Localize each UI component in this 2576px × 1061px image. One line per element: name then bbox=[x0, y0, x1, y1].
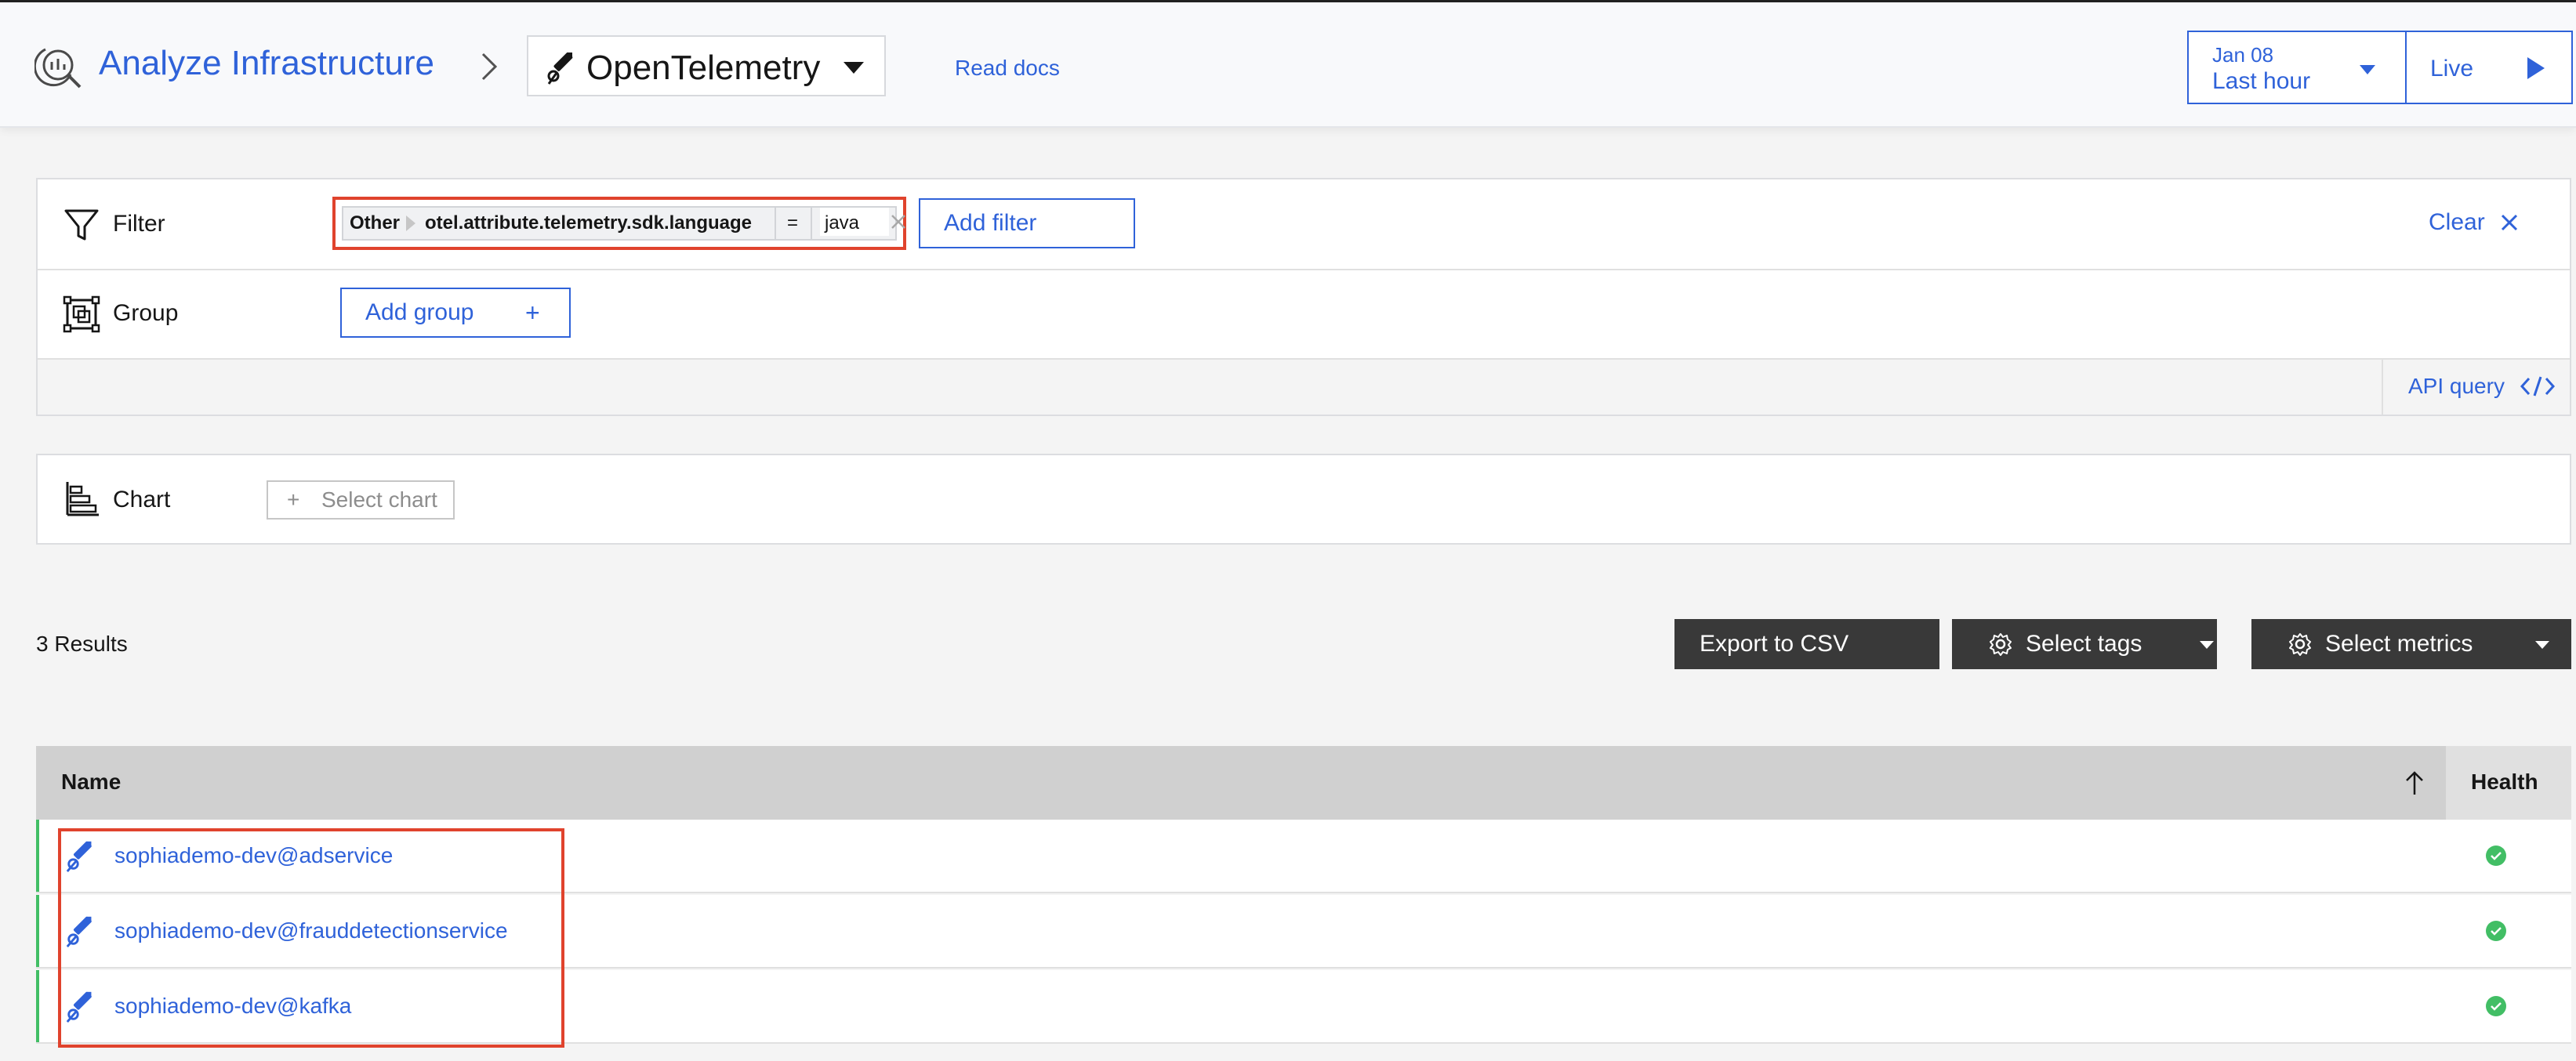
group-row: Group Add group + bbox=[38, 269, 2570, 360]
clear-button[interactable]: Clear bbox=[2429, 209, 2485, 236]
time-range-picker[interactable]: Jan 08 Last hour bbox=[2187, 31, 2407, 104]
live-button[interactable]: Live bbox=[2405, 31, 2573, 104]
add-icon: + bbox=[525, 299, 540, 327]
filter-chip-operator[interactable]: = bbox=[787, 208, 798, 239]
table-header: Name Health bbox=[36, 746, 2571, 820]
row-status-accent bbox=[36, 970, 39, 1042]
select-tags-button[interactable]: Select tags bbox=[1952, 619, 2217, 669]
checkmark-circle-icon bbox=[2486, 996, 2506, 1016]
api-query-row: API query bbox=[38, 360, 2570, 415]
results-count: 3 Results bbox=[36, 632, 128, 656]
entity-link[interactable]: sophiademo-dev@frauddetectionservice bbox=[114, 918, 508, 943]
checkmark-circle-icon bbox=[2486, 846, 2506, 866]
select-tags-label: Select tags bbox=[2026, 631, 2142, 657]
filter-chip-value[interactable]: java bbox=[820, 208, 889, 236]
add-group-label: Add group bbox=[365, 299, 474, 325]
divider bbox=[775, 208, 776, 239]
table-row[interactable]: sophiademo-dev@kafka bbox=[36, 970, 2571, 1044]
api-query-button[interactable]: API query bbox=[2408, 374, 2505, 399]
group-icon bbox=[63, 295, 100, 333]
technology-select[interactable]: OpenTelemetry bbox=[527, 35, 886, 96]
select-chart-label: Select chart bbox=[321, 487, 437, 512]
chevron-down-icon bbox=[2200, 641, 2214, 649]
gear-icon bbox=[2289, 633, 2311, 656]
filter-chip-body: Other otel.attribute.telemetry.sdk.langu… bbox=[342, 206, 905, 241]
divider bbox=[811, 208, 812, 239]
row-status-accent bbox=[36, 895, 39, 967]
table-row[interactable]: sophiademo-dev@frauddetectionservice bbox=[36, 895, 2571, 969]
opentelemetry-telescope-icon bbox=[66, 916, 92, 948]
filter-chip-category: Other bbox=[350, 212, 401, 234]
chevron-down-icon bbox=[2535, 641, 2549, 649]
live-label: Live bbox=[2430, 56, 2474, 81]
code-icon[interactable] bbox=[2520, 374, 2556, 399]
filter-chip[interactable]: Other otel.attribute.telemetry.sdk.langu… bbox=[332, 197, 906, 250]
select-metrics-label: Select metrics bbox=[2325, 631, 2473, 657]
group-label: Group bbox=[113, 300, 179, 326]
add-filter-input[interactable]: Add filter bbox=[919, 198, 1135, 248]
play-icon bbox=[2527, 57, 2545, 79]
column-header-health[interactable]: Health bbox=[2471, 769, 2538, 795]
sort-ascending-icon[interactable] bbox=[2404, 769, 2425, 796]
select-chart-button[interactable]: + Select chart bbox=[267, 480, 455, 520]
technology-select-value: OpenTelemetry bbox=[586, 49, 821, 87]
breadcrumb-chevron-icon bbox=[481, 53, 498, 81]
results-table: Name Health sophiademo-dev@adservice sop… bbox=[36, 746, 2571, 1047]
page-title[interactable]: Analyze Infrastructure bbox=[99, 43, 434, 84]
add-group-button[interactable]: Add group + bbox=[340, 288, 571, 338]
chevron-down-icon bbox=[844, 62, 864, 74]
row-status-accent bbox=[36, 820, 39, 892]
query-panel: Filter Other otel.attribute.telemetry.sd… bbox=[36, 178, 2571, 416]
funnel-icon bbox=[64, 209, 99, 241]
table-row[interactable]: sophiademo-dev@adservice bbox=[36, 820, 2571, 893]
export-csv-button[interactable]: Export to CSV bbox=[1674, 619, 1939, 669]
filter-row: Filter Other otel.attribute.telemetry.sd… bbox=[38, 179, 2570, 270]
select-metrics-button[interactable]: Select metrics bbox=[2251, 619, 2571, 669]
opentelemetry-telescope-icon bbox=[66, 841, 92, 873]
chart-panel: Chart + Select chart bbox=[36, 454, 2571, 545]
column-header-name[interactable]: Name bbox=[61, 769, 121, 795]
entity-link[interactable]: sophiademo-dev@adservice bbox=[114, 843, 393, 868]
checkmark-circle-icon bbox=[2486, 921, 2506, 941]
divider bbox=[2382, 360, 2383, 415]
bar-chart-icon bbox=[66, 482, 99, 516]
time-date: Jan 08 bbox=[2212, 43, 2274, 67]
chart-label: Chart bbox=[113, 487, 171, 512]
remove-filter-icon[interactable] bbox=[889, 212, 908, 231]
analyze-infrastructure-icon bbox=[34, 48, 82, 89]
export-csv-label: Export to CSV bbox=[1700, 631, 1849, 657]
entity-link[interactable]: sophiademo-dev@kafka bbox=[114, 994, 351, 1019]
read-docs-link[interactable]: Read docs bbox=[955, 56, 1060, 81]
filter-label: Filter bbox=[113, 211, 165, 237]
close-icon[interactable] bbox=[2499, 212, 2520, 233]
time-range: Last hour bbox=[2212, 68, 2311, 94]
chevron-down-icon bbox=[2360, 65, 2375, 74]
caret-right-icon bbox=[406, 215, 415, 231]
page-header: Analyze Infrastructure OpenTelemetry Rea… bbox=[0, 2, 2576, 128]
opentelemetry-telescope-icon bbox=[547, 53, 573, 85]
filter-chip-key: otel.attribute.telemetry.sdk.language bbox=[425, 212, 752, 234]
add-icon: + bbox=[287, 487, 300, 512]
gear-icon bbox=[1990, 633, 2012, 656]
opentelemetry-telescope-icon bbox=[66, 991, 92, 1023]
